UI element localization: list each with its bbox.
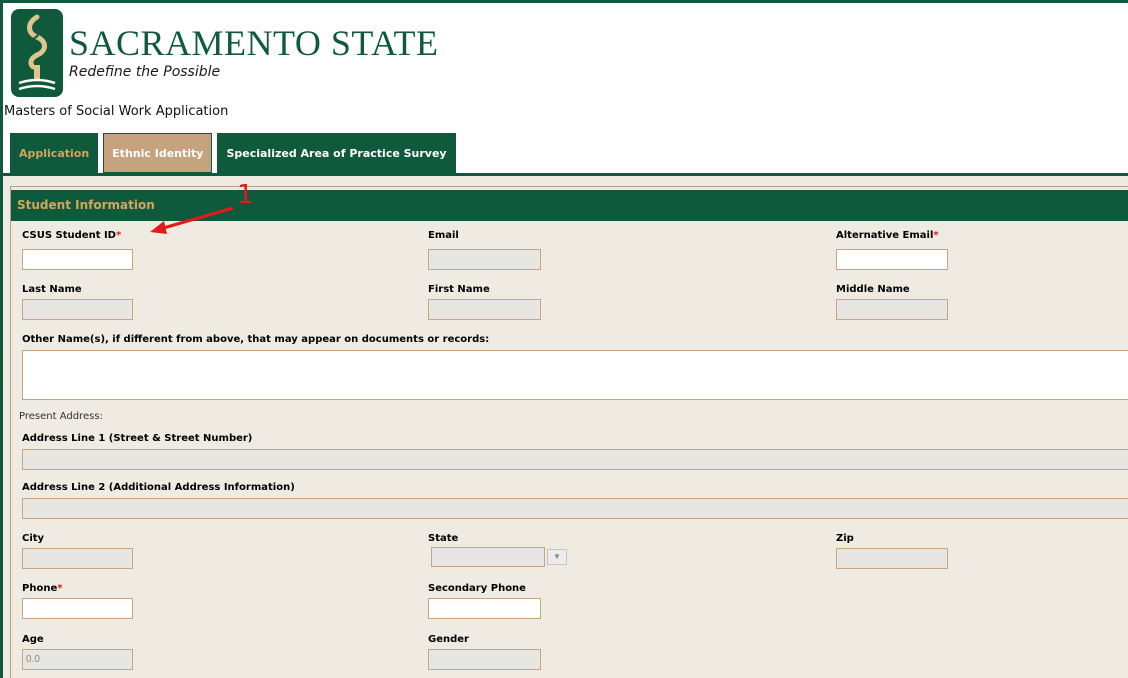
site-header: SACRAMENTO STATE Redefine the Possible	[3, 3, 1128, 103]
brand-tagline: Redefine the Possible	[69, 64, 221, 80]
required-marker: *	[115, 230, 122, 241]
student-id-label: CSUS Student ID*	[22, 230, 122, 241]
email-label: Email	[428, 230, 459, 241]
address-line2-input[interactable]	[22, 498, 1128, 519]
zip-input[interactable]	[836, 548, 948, 569]
alt-email-input[interactable]	[836, 249, 948, 270]
torch-logo-icon	[11, 9, 63, 97]
age-input[interactable]: 0.0	[22, 649, 133, 670]
age-label: Age	[22, 634, 44, 645]
state-select[interactable]	[431, 547, 545, 567]
tab-application[interactable]: Application	[10, 133, 99, 173]
other-names-label: Other Name(s), if different from above, …	[22, 334, 490, 345]
phone-input[interactable]	[22, 598, 133, 619]
secondary-phone-label: Secondary Phone	[428, 583, 526, 594]
tab-ethnic-identity[interactable]: Ethnic Identity	[103, 133, 213, 173]
gender-label: Gender	[428, 634, 469, 645]
gender-input[interactable]	[428, 649, 541, 670]
student-id-input[interactable]	[22, 249, 133, 270]
tab-specialized-area-survey[interactable]: Specialized Area of Practice Survey	[217, 133, 456, 173]
address-line2-label: Address Line 2 (Additional Address Infor…	[22, 482, 295, 493]
section-title: Student Information	[11, 190, 1128, 221]
page-title: Masters of Social Work Application	[4, 104, 229, 119]
city-input[interactable]	[22, 548, 133, 569]
alt-email-label: Alternative Email*	[836, 230, 939, 241]
first-name-label: First Name	[428, 284, 490, 295]
middle-name-input[interactable]	[836, 299, 948, 320]
form-panel: Student Information CSUS Student ID* Ema…	[3, 173, 1128, 678]
present-address-label: Present Address:	[19, 411, 103, 422]
email-input[interactable]	[428, 249, 541, 270]
tab-bar: Application Ethnic Identity Specialized …	[10, 133, 456, 173]
other-names-textarea[interactable]	[22, 350, 1128, 400]
required-marker: *	[57, 583, 63, 594]
secondary-phone-input[interactable]	[428, 598, 541, 619]
phone-label: Phone*	[22, 583, 63, 594]
required-marker: *	[933, 230, 939, 241]
state-label: State	[428, 533, 459, 544]
middle-name-label: Middle Name	[836, 284, 910, 295]
address-line1-input[interactable]	[22, 449, 1128, 470]
brand-name: SACRAMENTO STATE	[69, 23, 439, 63]
city-label: City	[22, 533, 45, 544]
first-name-input[interactable]	[428, 299, 541, 320]
chevron-down-icon[interactable]: ▼	[547, 549, 567, 565]
address-line1-label: Address Line 1 (Street & Street Number)	[22, 433, 253, 444]
last-name-label: Last Name	[22, 284, 82, 295]
last-name-input[interactable]	[22, 299, 133, 320]
annotation-number: 1	[237, 180, 254, 210]
form-inner: Student Information CSUS Student ID* Ema…	[10, 186, 1128, 678]
zip-label: Zip	[836, 533, 854, 544]
